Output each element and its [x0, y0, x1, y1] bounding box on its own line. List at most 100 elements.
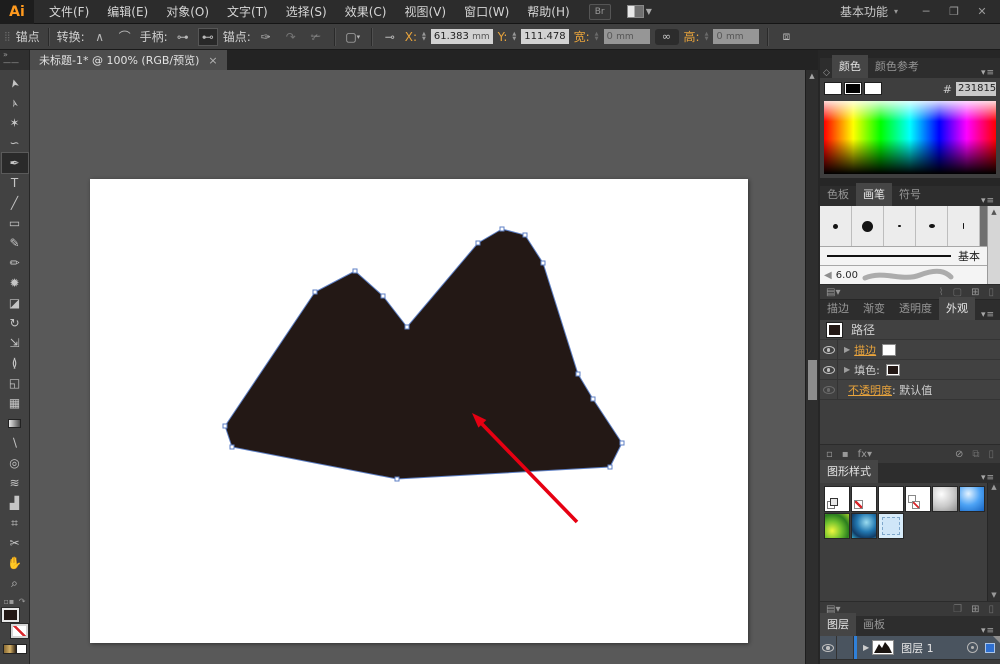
y-input[interactable]: 111.478 [521, 29, 569, 44]
layer-thumbnail[interactable] [872, 640, 895, 655]
remove-anchor-icon[interactable]: ✑ [256, 28, 276, 46]
menu-type[interactable]: 文字(T) [218, 0, 277, 24]
tab-color[interactable]: 颜色 [831, 55, 868, 78]
color-mode-bar[interactable] [2, 644, 27, 654]
delete-brush-icon[interactable]: ▯ [988, 287, 994, 298]
y-stepper[interactable]: ▲ ▼ [512, 31, 516, 42]
connect-anchor-icon[interactable]: ↷ [281, 28, 301, 46]
menu-effect[interactable]: 效果(C) [336, 0, 396, 24]
brush-item[interactable] [948, 206, 980, 246]
scale-tool[interactable]: ⇲ [2, 333, 28, 353]
eraser-tool[interactable]: ◪ [2, 293, 28, 313]
tab-transparency[interactable]: 透明度 [892, 297, 939, 320]
canvas-area[interactable]: ▲ [30, 70, 818, 664]
graphic-style-item[interactable] [851, 486, 877, 512]
panel-menu-icon[interactable]: ▾≡ [981, 622, 1000, 636]
vertical-scrollbar[interactable]: ▲ [805, 70, 818, 664]
brush-item[interactable] [916, 206, 948, 246]
workspace-switcher[interactable]: 基本功能 ▾ [840, 3, 898, 20]
isolate-selection-button[interactable]: ▢ ▾ [343, 28, 363, 46]
tab-swatches[interactable]: 色板 [820, 183, 856, 206]
cut-path-icon[interactable]: ✃ [306, 28, 326, 46]
panel-menu-icon[interactable]: ▾≡ [981, 192, 1000, 206]
visibility-eye-icon[interactable] [822, 365, 835, 374]
panel-menu-icon[interactable]: ▾≡ [981, 306, 1000, 320]
delete-item-icon[interactable]: ▯ [988, 449, 994, 460]
convert-to-smooth-icon[interactable]: ⌒ [115, 28, 135, 46]
menu-select[interactable]: 选择(S) [277, 0, 336, 24]
brush-item[interactable] [852, 206, 884, 246]
menu-view[interactable]: 视图(V) [395, 0, 455, 24]
line-segment-tool[interactable]: ╱ [2, 193, 28, 213]
selection-tool[interactable]: ➤ [2, 73, 28, 93]
new-effect-icon[interactable]: fx▾ [858, 449, 872, 460]
panel-menu-icon[interactable]: ▾≡ [981, 64, 1000, 78]
pencil-tool[interactable]: ✏ [2, 253, 28, 273]
graphic-style-item[interactable] [878, 513, 904, 539]
type-tool[interactable]: T [2, 173, 28, 193]
new-brush-icon[interactable]: ⊞ [971, 287, 979, 298]
eyedropper-tool[interactable]: ∖ [2, 433, 28, 453]
direct-selection-tool[interactable]: ➢ [2, 93, 28, 113]
layer-selected-indicator[interactable] [985, 642, 995, 653]
expand-triangle-icon[interactable]: ▶ [844, 345, 850, 354]
bridge-icon[interactable]: Br [588, 3, 611, 20]
brush-stroke-options-icon[interactable]: ⌇ [939, 287, 944, 298]
layer-name[interactable]: 图层 1 [901, 640, 934, 656]
brush-libraries-icon[interactable]: ▤▾ [826, 287, 840, 298]
panel-menu-icon[interactable]: ▾≡ [981, 469, 1000, 483]
transform-panel-icon[interactable]: ⧈ [776, 28, 796, 46]
layer-target-icon[interactable] [967, 642, 978, 653]
appearance-item-opacity[interactable]: 不透明度 : 默认值 [820, 380, 1000, 400]
width-tool[interactable]: ≬ [2, 353, 28, 373]
close-button[interactable]: ✕ [968, 3, 996, 21]
white-swatch[interactable] [864, 82, 882, 95]
graphic-style-item[interactable] [959, 486, 985, 512]
tab-brushes[interactable]: 画笔 [856, 183, 892, 206]
rectangle-tool[interactable]: ▭ [2, 213, 28, 233]
symbol-sprayer-tool[interactable]: ≋ [2, 473, 28, 493]
rotate-tool[interactable]: ↻ [2, 313, 28, 333]
lasso-tool[interactable]: ∽ [2, 133, 28, 153]
tab-close-icon[interactable]: × [208, 54, 217, 67]
stroke-link[interactable]: 描边 [854, 342, 876, 358]
opacity-link[interactable]: 不透明度 [848, 382, 892, 398]
column-graph-tool[interactable]: ▟ [2, 493, 28, 513]
restore-button[interactable]: ❐ [940, 3, 968, 21]
tab-color-guide[interactable]: 颜色参考 [868, 55, 926, 78]
default-fill-stroke-icon[interactable]: ▫▪ [4, 597, 15, 606]
stroke-swatch[interactable] [9, 623, 29, 639]
swap-fill-stroke-icon[interactable]: ↷ [19, 597, 26, 606]
new-fill-icon[interactable]: ▪ [842, 449, 849, 460]
pen-tool[interactable]: ✒ [0, 152, 29, 174]
tab-graphic-styles[interactable]: 图形样式 [820, 460, 878, 483]
artboard-tool[interactable]: ⌗ [2, 513, 28, 533]
graphic-style-item[interactable] [905, 486, 931, 512]
expand-triangle-icon[interactable]: ▶ [844, 365, 850, 374]
clear-appearance-icon[interactable]: ⊘ [955, 449, 963, 460]
tab-stroke[interactable]: 描边 [820, 297, 856, 320]
height-input[interactable]: 0 mm [713, 29, 760, 44]
show-handles-icon[interactable]: ⊶ [173, 28, 193, 46]
convert-to-corner-icon[interactable]: ∧ [90, 28, 110, 46]
mesh-tool[interactable]: ▦ [2, 393, 28, 413]
layer-row[interactable]: ▶ 图层 1 [820, 636, 1000, 660]
mountain-shape[interactable] [224, 228, 623, 480]
shape-builder-tool[interactable]: ◱ [2, 373, 28, 393]
brushes-scrollbar[interactable]: ▲ [987, 206, 1000, 284]
magic-wand-tool[interactable]: ✶ [2, 113, 28, 133]
tab-appearance[interactable]: 外观 [939, 297, 975, 320]
menu-window[interactable]: 窗口(W) [455, 0, 518, 24]
fill-color-swatch[interactable] [885, 363, 900, 376]
stroke-none-swatch[interactable] [882, 343, 897, 356]
black-swatch[interactable] [844, 82, 862, 95]
tab-artboards[interactable]: 画板 [856, 613, 892, 636]
graphic-styles-scrollbar[interactable]: ▲ ▼ [987, 483, 1000, 601]
brush-item[interactable] [820, 206, 852, 246]
graphic-style-item[interactable] [878, 486, 904, 512]
scrollbar-thumb[interactable] [808, 360, 817, 400]
break-link-icon[interactable]: ❐ [953, 604, 962, 615]
menu-edit[interactable]: 编辑(E) [98, 0, 157, 24]
tab-gradient[interactable]: 渐变 [856, 297, 892, 320]
visibility-eye-icon[interactable] [822, 345, 835, 354]
